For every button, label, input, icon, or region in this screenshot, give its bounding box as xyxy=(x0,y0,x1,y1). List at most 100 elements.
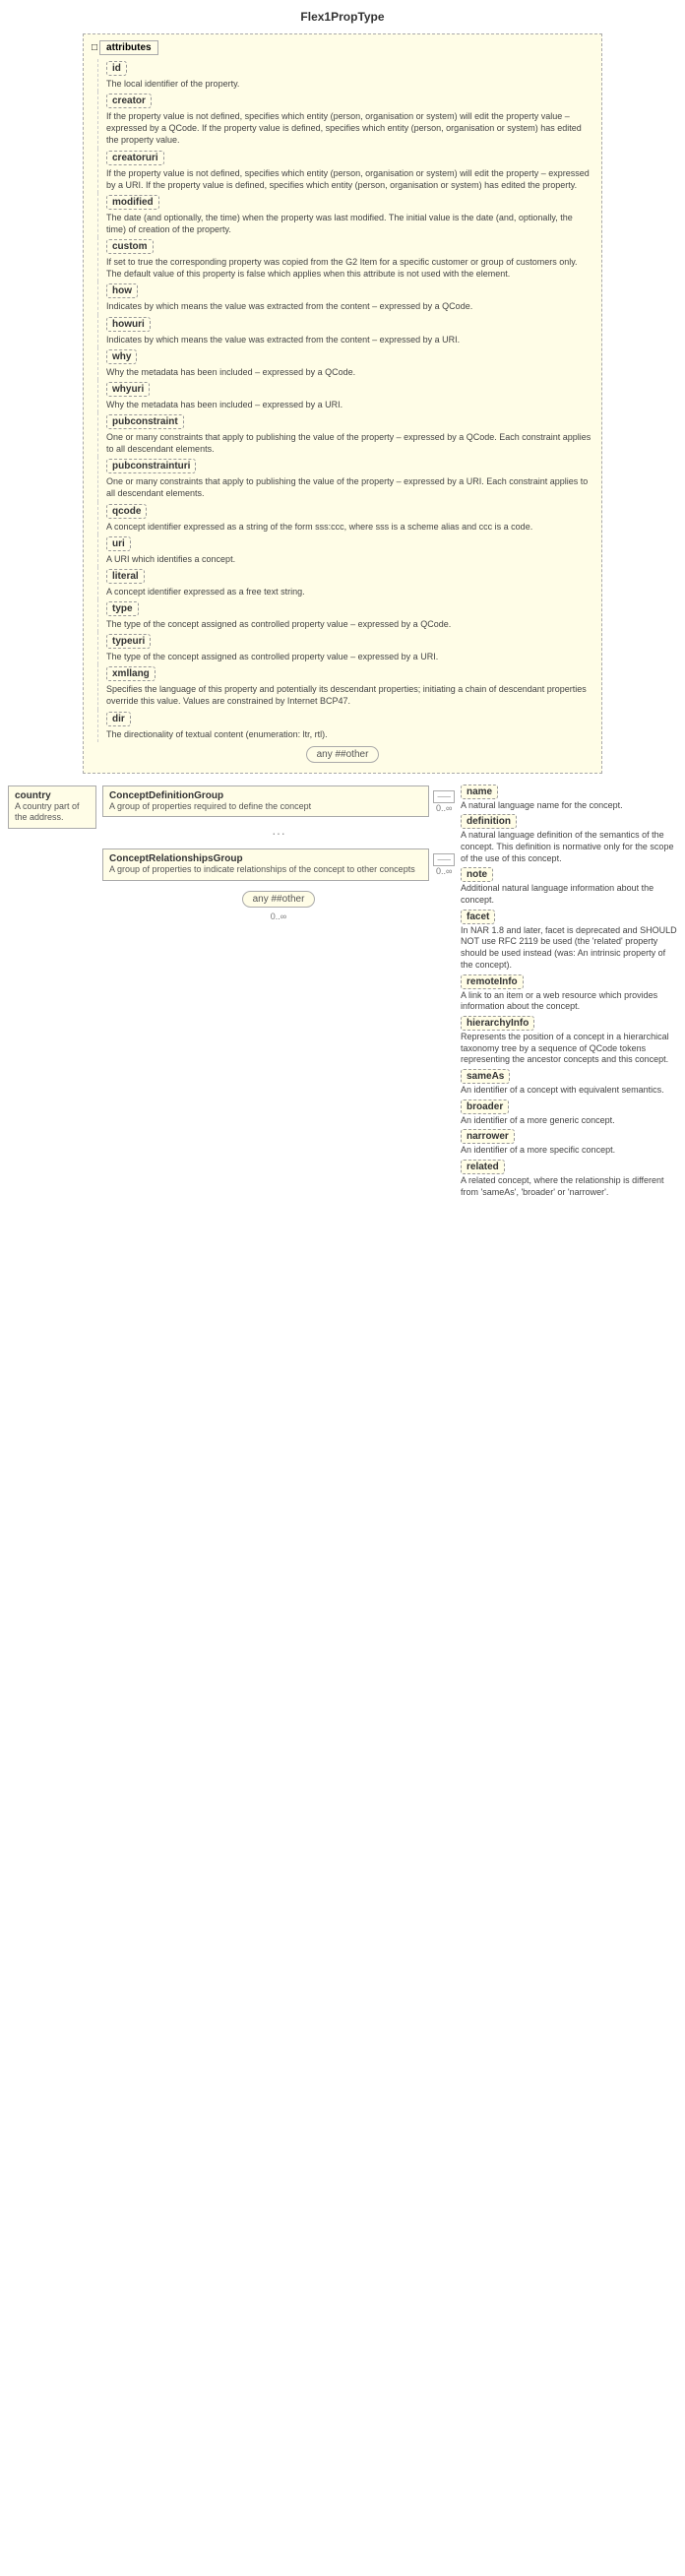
bottom-mult: 0..∞ xyxy=(102,911,455,921)
prop-whyuri: whyuri Why the metadata has been include… xyxy=(97,380,593,412)
prop-custom: custom If set to true the corresponding … xyxy=(97,237,593,282)
prop-typeuri: typeuri The type of the concept assigned… xyxy=(97,632,593,664)
prop-desc-pubconstrainturi: One or many constraints that apply to pu… xyxy=(106,475,593,499)
prop-name-custom: custom xyxy=(106,239,154,254)
prop-creatoruri: creatoruri If the property value is not … xyxy=(97,149,593,193)
right-properties-list: name A natural language name for the con… xyxy=(461,785,677,1199)
right-prop-hierarchyinfo-desc: Represents the position of a concept in … xyxy=(461,1032,677,1066)
prop-howuri: howuri Indicates by which means the valu… xyxy=(97,315,593,347)
prop-name-whyuri: whyuri xyxy=(106,382,150,397)
prop-desc-id: The local identifier of the property. xyxy=(106,78,593,90)
collapse-icon[interactable]: □ xyxy=(92,42,97,53)
prop-name-uri: uri xyxy=(106,536,131,551)
any-other-container: any ##other xyxy=(92,746,593,763)
prop-creator: creator If the property value is not def… xyxy=(97,92,593,148)
right-prop-related-desc: A related concept, where the relationshi… xyxy=(461,1175,677,1198)
concept-def-name: ConceptDefinitionGroup xyxy=(109,790,422,801)
prop-name-type: type xyxy=(106,601,139,616)
properties-list: id The local identifier of the property.… xyxy=(92,59,593,763)
right-prop-broader: broader An identifier of a more generic … xyxy=(461,1100,677,1127)
prop-name-creatoruri: creatoruri xyxy=(106,151,164,165)
prop-pubconstraint: pubconstraint One or many constraints th… xyxy=(97,412,593,457)
prop-desc-custom: If set to true the corresponding propert… xyxy=(106,256,593,280)
center-section: ConceptDefinitionGroup A group of proper… xyxy=(102,782,455,1202)
prop-xmllang: xmllang Specifies the language of this p… xyxy=(97,664,593,709)
prop-dir: dir The directionality of textual conten… xyxy=(97,710,593,742)
bottom-any-pill: any ##other xyxy=(242,891,316,908)
concept-rel-row: ConceptRelationshipsGroup A group of pro… xyxy=(102,845,455,885)
prop-name-how: how xyxy=(106,283,138,298)
prop-name-modified: modified xyxy=(106,195,159,210)
concept-def-row: ConceptDefinitionGroup A group of proper… xyxy=(102,782,455,822)
right-prop-broader-label: broader xyxy=(461,1100,509,1114)
right-prop-remoteinfo: remoteInfo A link to an item or a web re… xyxy=(461,974,677,1013)
prop-pubconstrainturi: pubconstrainturi One or many constraints… xyxy=(97,457,593,501)
prop-desc-modified: The date (and optionally, the time) when… xyxy=(106,212,593,235)
concept-def-desc: A group of properties required to define… xyxy=(109,801,422,813)
concept-rel-desc: A group of properties to indicate relati… xyxy=(109,864,422,876)
right-prop-facet-desc: In NAR 1.8 and later, facet is deprecate… xyxy=(461,925,677,972)
bottom-any-container: any ##other xyxy=(102,891,455,908)
ellipsis-connector: ··· xyxy=(102,825,455,841)
prop-name-creator: creator xyxy=(106,94,152,108)
prop-desc-qcode: A concept identifier expressed as a stri… xyxy=(106,521,593,533)
prop-name-typeuri: typeuri xyxy=(106,634,151,649)
prop-why: why Why the metadata has been included –… xyxy=(97,347,593,380)
right-prop-remoteinfo-label: remoteInfo xyxy=(461,974,524,989)
left-section: country A country part of the address. xyxy=(8,782,96,1202)
prop-desc-creatoruri: If the property value is not defined, sp… xyxy=(106,167,593,191)
right-prop-definition-desc: A natural language definition of the sem… xyxy=(461,830,677,864)
right-prop-narrower-desc: An identifier of a more specific concept… xyxy=(461,1145,677,1157)
prop-desc-typeuri: The type of the concept assigned as cont… xyxy=(106,651,593,662)
prop-name-xmllang: xmllang xyxy=(106,666,156,681)
right-prop-narrower: narrower An identifier of a more specifi… xyxy=(461,1129,677,1157)
prop-type: type The type of the concept assigned as… xyxy=(97,599,593,632)
concept-relationships-group: ConceptRelationshipsGroup A group of pro… xyxy=(102,848,429,881)
right-prop-facet-label: facet xyxy=(461,910,495,924)
prop-desc-creator: If the property value is not defined, sp… xyxy=(106,110,593,146)
right-prop-hierarchyinfo: hierarchyInfo Represents the position of… xyxy=(461,1016,677,1066)
right-prop-note: note Additional natural language informa… xyxy=(461,867,677,906)
right-prop-facet: facet In NAR 1.8 and later, facet is dep… xyxy=(461,910,677,972)
prop-id: id The local identifier of the property. xyxy=(97,59,593,92)
right-prop-related-label: related xyxy=(461,1160,505,1174)
right-prop-sameas: sameAs An identifier of a concept with e… xyxy=(461,1069,677,1097)
prop-name-qcode: qcode xyxy=(106,504,147,519)
right-prop-sameas-desc: An identifier of a concept with equivale… xyxy=(461,1085,677,1097)
concept-rel-connector: ⎯⎯⎯ 0..∞ xyxy=(433,853,455,876)
right-prop-sameas-label: sameAs xyxy=(461,1069,510,1084)
right-prop-name: name A natural language name for the con… xyxy=(461,785,677,812)
prop-name-dir: dir xyxy=(106,712,131,726)
prop-desc-xmllang: Specifies the language of this property … xyxy=(106,683,593,707)
lower-section: country A country part of the address. C… xyxy=(8,782,677,1202)
right-prop-broader-desc: An identifier of a more generic concept. xyxy=(461,1115,677,1127)
prop-literal: literal A concept identifier expressed a… xyxy=(97,567,593,599)
any-other-pill: any ##other xyxy=(306,746,380,763)
right-prop-note-desc: Additional natural language information … xyxy=(461,883,677,906)
right-prop-hierarchyinfo-label: hierarchyInfo xyxy=(461,1016,534,1031)
right-prop-definition: definition A natural language definition… xyxy=(461,814,677,864)
prop-uri: uri A URI which identifies a concept. xyxy=(97,534,593,567)
prop-desc-uri: A URI which identifies a concept. xyxy=(106,553,593,565)
prop-desc-why: Why the metadata has been included – exp… xyxy=(106,366,593,378)
country-description: A country part of the address. xyxy=(15,801,90,824)
right-prop-remoteinfo-desc: A link to an item or a web resource whic… xyxy=(461,990,677,1013)
prop-qcode: qcode A concept identifier expressed as … xyxy=(97,502,593,534)
prop-desc-literal: A concept identifier expressed as a free… xyxy=(106,586,593,597)
concept-rel-name: ConceptRelationshipsGroup xyxy=(109,853,422,864)
right-prop-note-label: note xyxy=(461,867,493,882)
right-prop-related: related A related concept, where the rel… xyxy=(461,1160,677,1198)
prop-desc-howuri: Indicates by which means the value was e… xyxy=(106,334,593,346)
concept-def-connector: ⎯⎯⎯ 0..∞ xyxy=(433,790,455,813)
right-prop-definition-label: definition xyxy=(461,814,517,829)
prop-name-pubconstraint: pubconstraint xyxy=(106,414,184,429)
concept-definition-group: ConceptDefinitionGroup A group of proper… xyxy=(102,785,429,818)
prop-name-pubconstrainturi: pubconstrainturi xyxy=(106,459,196,473)
attributes-label: attributes xyxy=(99,40,158,55)
prop-name-why: why xyxy=(106,349,137,364)
prop-desc-dir: The directionality of textual content (e… xyxy=(106,728,593,740)
concept-def-mult: 0..∞ xyxy=(436,803,452,813)
page-title: Flex1PropType xyxy=(4,4,681,30)
prop-modified: modified The date (and optionally, the t… xyxy=(97,193,593,237)
page: Flex1PropType □ attributes id The local … xyxy=(0,0,685,1209)
